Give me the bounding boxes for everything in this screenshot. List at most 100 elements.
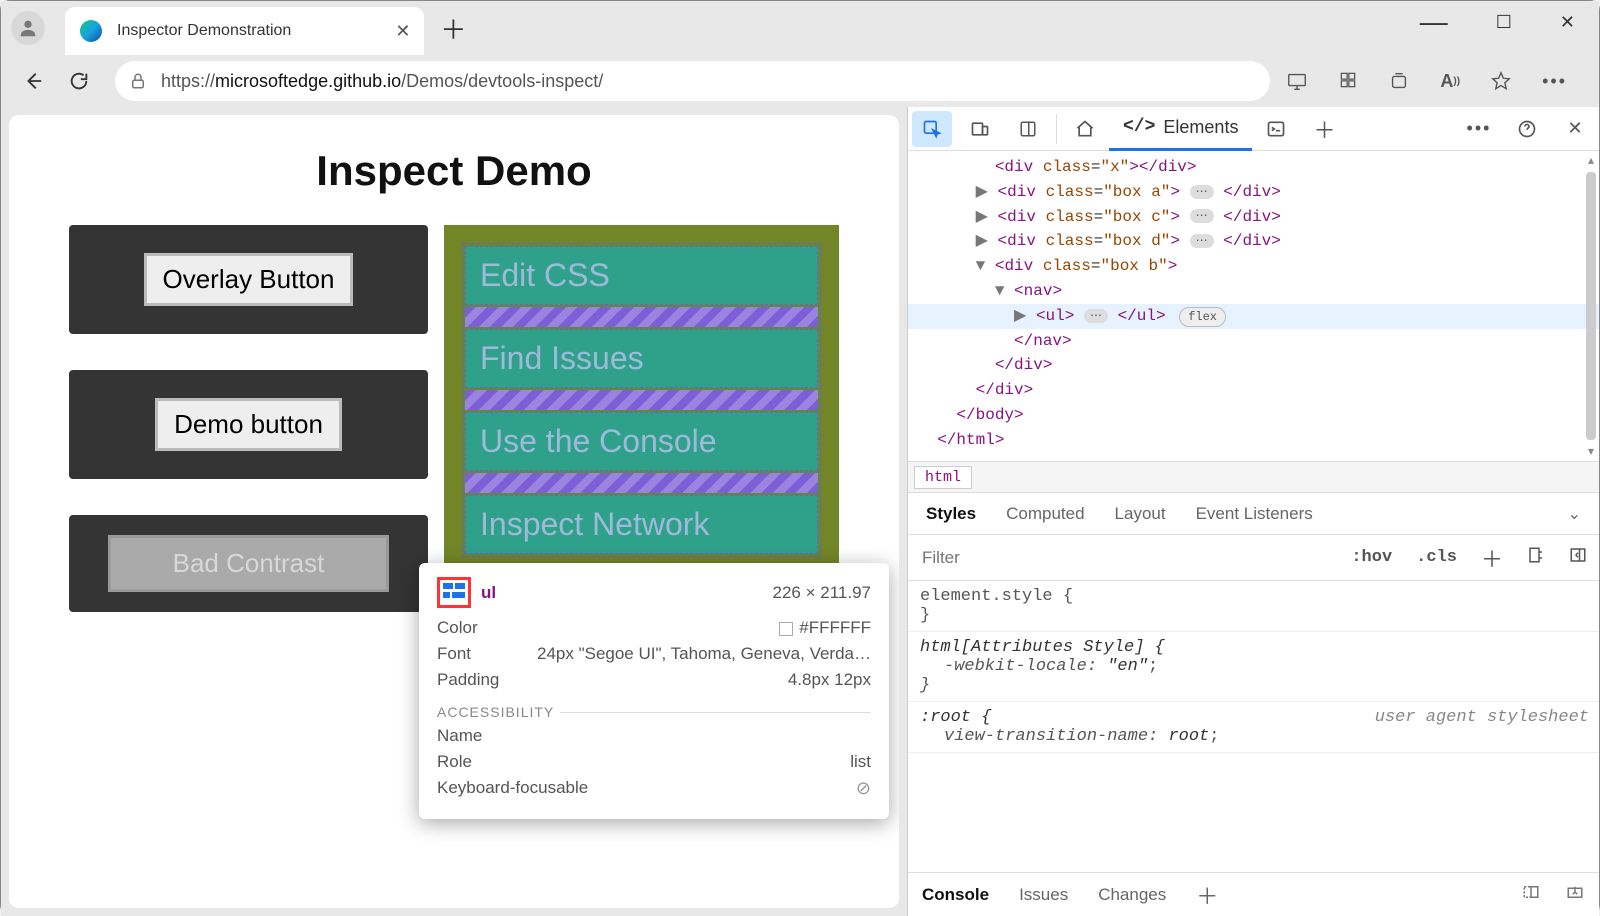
back-button[interactable] xyxy=(13,61,53,101)
breadcrumb[interactable]: html xyxy=(908,461,1599,493)
minimize-icon[interactable]: — xyxy=(1420,6,1448,38)
browser-tab[interactable]: Inspector Demonstration ✕ xyxy=(65,7,424,55)
tooltip-a11y-header: ACCESSIBILITY xyxy=(437,704,871,720)
color-swatch-icon xyxy=(779,622,793,636)
elements-tab-label: Elements xyxy=(1163,117,1238,138)
hov-toggle[interactable]: :hov xyxy=(1339,548,1404,567)
new-tab-button[interactable]: ＋ xyxy=(1304,111,1344,147)
home-icon xyxy=(1075,119,1095,139)
drawer-changes[interactable]: Changes xyxy=(1098,885,1166,905)
sources-tab-button[interactable] xyxy=(1256,111,1296,147)
demo-box: Demo button xyxy=(69,370,428,479)
tooltip-role-value: list xyxy=(850,752,871,772)
drawer-issues[interactable]: Issues xyxy=(1019,885,1068,905)
styles-filter-input[interactable] xyxy=(908,548,1339,568)
styles-rules[interactable]: element.style { } html[Attributes Style]… xyxy=(908,581,1599,872)
tooltip-kbd-label: Keyboard-focusable xyxy=(437,778,588,799)
person-icon xyxy=(17,17,39,39)
drawer-console[interactable]: Console xyxy=(922,885,989,905)
dom-selected-ul[interactable]: ▶ <ul> ⋯ </ul> flex xyxy=(908,304,1599,329)
page-viewport: Inspect Demo Overlay Button Demo button … xyxy=(1,107,907,916)
new-tab-button[interactable]: ＋ xyxy=(440,10,466,47)
devtools-toolbar: </> Elements ＋ ••• ✕ xyxy=(908,107,1599,151)
crumb-html[interactable]: html xyxy=(914,466,972,489)
refresh-icon xyxy=(68,70,90,92)
tooltip-color-label: Color xyxy=(437,618,478,638)
code-icon: </> xyxy=(1123,117,1155,137)
more-tools-button[interactable]: ••• xyxy=(1459,111,1499,147)
favorite-icon[interactable] xyxy=(1490,70,1512,92)
nav-item-find-issues[interactable]: Find Issues xyxy=(465,329,818,388)
bad-contrast-button[interactable]: Bad Contrast xyxy=(108,535,388,592)
nav-item-edit-css[interactable]: Edit CSS xyxy=(465,246,818,305)
flex-gap-indicator xyxy=(465,473,818,493)
styles-tabs: Styles Computed Layout Event Listeners ⌄ xyxy=(908,493,1599,535)
collections-icon[interactable] xyxy=(1388,70,1410,92)
window-close-icon[interactable]: ✕ xyxy=(1560,12,1575,44)
inspector-tooltip: ul 226 × 211.97 Color#FFFFFF Font24px "S… xyxy=(419,563,889,819)
tooltip-font-label: Font xyxy=(437,644,471,664)
tab-computed[interactable]: Computed xyxy=(1006,504,1084,524)
device-toolbar-button[interactable] xyxy=(960,111,1000,147)
more-menu-icon[interactable]: ••• xyxy=(1542,70,1567,92)
drawer-add[interactable]: ＋ xyxy=(1196,879,1218,911)
nav-item-inspect-network[interactable]: Inspect Network xyxy=(465,495,818,554)
nav-item-use-console[interactable]: Use the Console xyxy=(465,412,818,471)
overlay-button[interactable]: Overlay Button xyxy=(144,253,354,306)
flex-gap-indicator xyxy=(465,390,818,410)
computed-toggle-icon[interactable] xyxy=(1515,546,1557,570)
lock-icon xyxy=(129,72,147,90)
address-bar: https://microsoftedge.github.io/Demos/de… xyxy=(1,55,1599,107)
right-column: Edit CSS Find Issues Use the Console Ins… xyxy=(444,225,839,612)
dom-scrollbar[interactable]: ▴▾ xyxy=(1583,151,1599,461)
url-bar[interactable]: https://microsoftedge.github.io/Demos/de… xyxy=(115,61,1270,101)
maximize-icon[interactable]: ☐ xyxy=(1496,12,1512,44)
inspect-icon xyxy=(922,119,942,139)
tooltip-role-label: Role xyxy=(437,752,472,772)
toggle-sidebar-icon[interactable] xyxy=(1557,546,1599,570)
tab-styles[interactable]: Styles xyxy=(926,504,976,524)
welcome-tab-button[interactable] xyxy=(1065,111,1105,147)
new-rule-button[interactable]: ＋ xyxy=(1469,542,1515,574)
dock-toggle-button[interactable] xyxy=(1008,111,1048,147)
tooltip-size: 226 × 211.97 xyxy=(773,583,871,603)
help-button[interactable] xyxy=(1507,111,1547,147)
demo-button[interactable]: Demo button xyxy=(155,398,342,451)
elements-tab[interactable]: </> Elements xyxy=(1109,107,1252,151)
inspect-element-button[interactable] xyxy=(912,111,952,147)
drawer-expand-icon[interactable] xyxy=(1565,883,1585,906)
refresh-button[interactable] xyxy=(59,61,99,101)
dom-tree[interactable]: <div class="x"></div> ▶ <div class="box … xyxy=(908,151,1599,461)
tooltip-color-value: #FFFFFF xyxy=(779,618,871,638)
left-column: Overlay Button Demo button Bad Contrast xyxy=(69,225,428,612)
desktop-icon[interactable] xyxy=(1286,70,1308,92)
drawer-dock-icon[interactable] xyxy=(1521,883,1541,906)
bad-contrast-box: Bad Contrast xyxy=(69,515,428,612)
edge-favicon-icon xyxy=(79,19,103,43)
tooltip-padding-label: Padding xyxy=(437,670,499,690)
flex-badge-icon xyxy=(443,583,465,599)
styles-filter-bar: :hov .cls ＋ xyxy=(908,535,1599,581)
url-text: https://microsoftedge.github.io/Demos/de… xyxy=(161,71,603,92)
devtools-close-button[interactable]: ✕ xyxy=(1555,111,1595,147)
rule-root: user agent stylesheet :root { view-trans… xyxy=(908,702,1599,753)
flex-chip[interactable]: flex xyxy=(1179,307,1226,328)
help-icon xyxy=(1517,119,1537,139)
read-aloud-icon[interactable]: A)) xyxy=(1440,70,1460,92)
tab-close-icon[interactable]: ✕ xyxy=(395,21,410,42)
arrow-left-icon xyxy=(22,70,44,92)
nav-ul-highlight[interactable]: Edit CSS Find Issues Use the Console Ins… xyxy=(462,243,821,557)
profile-button[interactable] xyxy=(11,11,45,45)
flex-gap-indicator xyxy=(465,307,818,327)
tab-layout[interactable]: Layout xyxy=(1115,504,1166,524)
extensions-icon[interactable] xyxy=(1338,70,1358,90)
chevron-down-icon[interactable]: ⌄ xyxy=(1568,504,1581,524)
rule-html-attr: html[Attributes Style] { -webkit-locale:… xyxy=(908,632,1599,702)
not-focusable-icon: ⊘ xyxy=(856,778,871,799)
devtools-panel: </> Elements ＋ ••• ✕ <div class="x"></di… xyxy=(907,107,1599,916)
device-icon xyxy=(970,119,990,139)
window-controls: — ☐ ✕ xyxy=(1420,12,1599,44)
cls-toggle[interactable]: .cls xyxy=(1404,548,1469,567)
tab-event-listeners[interactable]: Event Listeners xyxy=(1196,504,1313,524)
rule-element-style: element.style { } xyxy=(908,581,1599,632)
